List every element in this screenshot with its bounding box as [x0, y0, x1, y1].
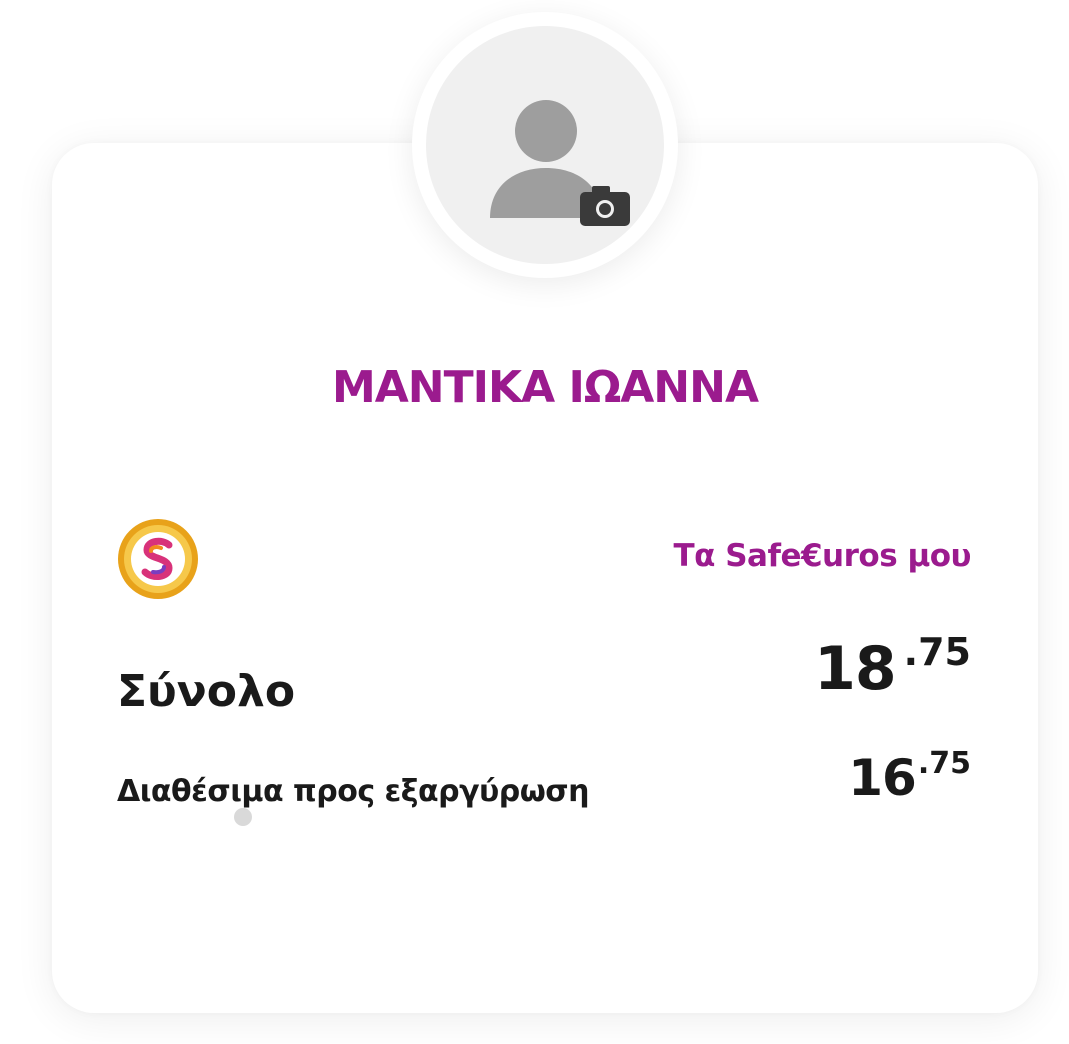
available-label: Διαθέσιμα προς εξαργύρωση — [117, 774, 590, 809]
user-name: ΜΑΝΤΙΚΑ ΙΩΑΝΝΑ — [331, 362, 759, 413]
page: ΜΑΝΤΙΚΑ ΙΩΑΝΝΑ Τα Safe€uros μου Σύνολο 1… — [0, 0, 1069, 1044]
available-value-decimal: .75 — [917, 746, 971, 781]
available-value-integer: 16 — [848, 749, 917, 807]
total-label: Σύνολο — [117, 666, 296, 717]
total-value: 18.75 — [814, 630, 971, 704]
avatar-upload-button[interactable] — [426, 26, 664, 264]
available-value: 16.75 — [848, 746, 971, 807]
avatar-frame — [412, 12, 678, 278]
camera-icon — [580, 186, 630, 226]
my-safeeuros-link[interactable]: Τα Safe€uros μου — [673, 538, 971, 574]
touch-indicator-dot — [234, 808, 252, 826]
total-value-integer: 18 — [814, 634, 896, 704]
total-value-decimal: .75 — [903, 630, 971, 674]
safeeuros-coin-icon — [118, 519, 198, 599]
